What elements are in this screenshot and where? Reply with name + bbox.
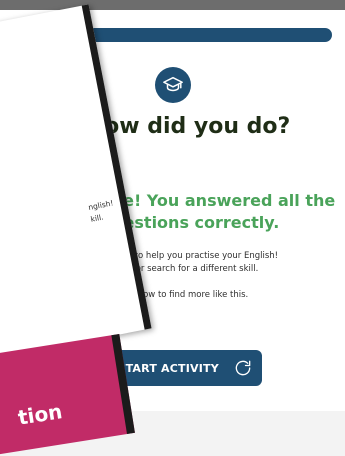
overlay-pink-banner: tion: [0, 334, 135, 456]
refresh-icon: [233, 358, 253, 378]
top-strip: [0, 0, 345, 10]
overlay-pink-text: tion: [16, 399, 64, 430]
graduation-cap-icon: [155, 67, 191, 103]
